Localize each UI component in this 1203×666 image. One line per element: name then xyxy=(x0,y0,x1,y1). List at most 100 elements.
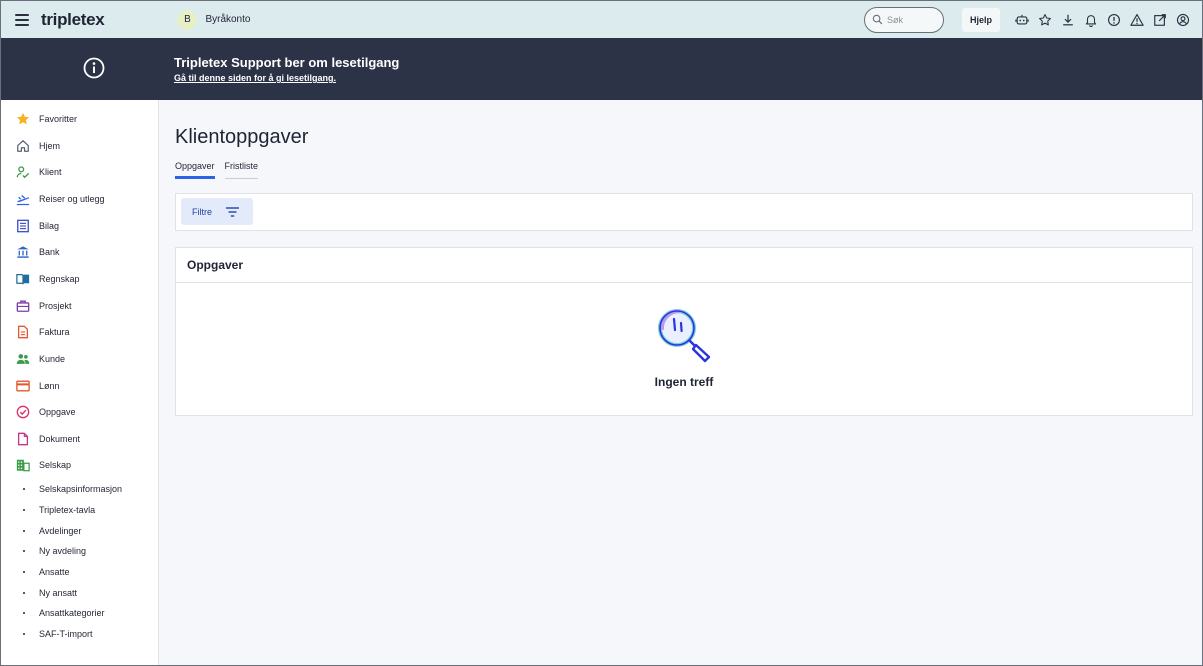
sidebar-subitem-label: Ansattkategorier xyxy=(39,608,105,618)
bullet xyxy=(23,612,25,614)
home-icon xyxy=(16,139,30,153)
plane-icon xyxy=(16,192,30,206)
tab-oppgaver[interactable]: Oppgaver xyxy=(175,161,215,179)
sidebar-subitem-avdelinger[interactable]: Avdelinger xyxy=(1,522,158,540)
filter-bar: Filtre xyxy=(175,193,1193,231)
bullet xyxy=(23,509,25,511)
account-switcher[interactable]: B Byråkonto xyxy=(177,9,251,30)
sidebar-item-label: Lønn xyxy=(39,381,60,391)
sidebar-item-bilag[interactable]: Bilag xyxy=(1,214,158,238)
bank-icon xyxy=(16,245,30,259)
filter-icon xyxy=(226,206,239,217)
account-name: Byråkonto xyxy=(205,14,251,25)
info-icon xyxy=(83,57,105,79)
sidebar-item-label: Selskap xyxy=(39,460,72,470)
sidebar-subitem-label: Ny ansatt xyxy=(39,588,78,598)
bullet xyxy=(23,592,25,594)
sidebar-item-bank[interactable]: Bank xyxy=(1,240,158,264)
voucher-icon xyxy=(16,219,30,233)
robot-icon[interactable] xyxy=(1010,8,1033,32)
sidebar-item-label: Reiser og utlegg xyxy=(39,194,105,204)
bell-icon[interactable] xyxy=(1079,8,1102,32)
sidebar-subitem-ansattkategorier[interactable]: Ansattkategorier xyxy=(1,604,158,622)
tab-bar: Oppgaver Fristliste xyxy=(175,161,259,179)
card-title: Oppgaver xyxy=(187,258,244,272)
sidebar-item-dokument[interactable]: Dokument xyxy=(1,427,158,451)
sidebar-item-label: Hjem xyxy=(39,141,61,151)
banner-link[interactable]: Gå til denne siden for å gi lesetilgang. xyxy=(174,73,336,83)
search-input[interactable] xyxy=(886,14,937,25)
card-header: Oppgaver xyxy=(176,248,1192,283)
menu-icon[interactable] xyxy=(15,13,29,26)
sidebar-item-faktura[interactable]: Faktura xyxy=(1,320,158,344)
top-bar: tripletex B Byråkonto Hjelp xyxy=(1,1,1202,38)
sidebar-item-label: Favoritter xyxy=(39,114,78,124)
sidebar-item-hjem[interactable]: Hjem xyxy=(1,134,158,158)
customer-icon xyxy=(16,352,30,366)
search-box[interactable] xyxy=(863,6,944,33)
sidebar-subitem-label: Selskapsinformasjon xyxy=(39,484,123,494)
sidebar-item-label: Klient xyxy=(39,167,62,177)
sidebar-subitem-selskapsinformasjon[interactable]: Selskapsinformasjon xyxy=(1,480,158,498)
filter-label: Filtre xyxy=(192,206,212,217)
sidebar-item-reiser[interactable]: Reiser og utlegg xyxy=(1,187,158,211)
search-icon xyxy=(872,14,883,25)
account-icon[interactable] xyxy=(1171,8,1194,32)
sidebar-item-klient[interactable]: Klient xyxy=(1,160,158,184)
external-link-icon[interactable] xyxy=(1148,8,1171,32)
sidebar-item-label: Oppgave xyxy=(39,407,76,417)
support-banner: Tripletex Support ber om lesetilgang Gå … xyxy=(1,38,1202,100)
sidebar-item-label: Regnskap xyxy=(39,274,80,284)
sidebar-item-label: Bank xyxy=(39,247,60,257)
card-icon xyxy=(16,379,30,393)
building-icon xyxy=(16,458,30,472)
toolbar: Hjelp xyxy=(863,1,1194,38)
download-icon[interactable] xyxy=(1056,8,1079,32)
help-button[interactable]: Hjelp xyxy=(961,7,1000,32)
book-icon xyxy=(16,272,30,286)
magnifier-illustration xyxy=(658,309,711,363)
client-icon xyxy=(16,165,30,179)
tab-fristliste[interactable]: Fristliste xyxy=(224,161,259,179)
sidebar-subitem-ansatte[interactable]: Ansatte xyxy=(1,563,158,581)
bullet xyxy=(23,530,25,532)
sidebar-item-oppgave[interactable]: Oppgave xyxy=(1,400,158,424)
sidebar-item-lonn[interactable]: Lønn xyxy=(1,374,158,398)
page-title: Klientoppgaver xyxy=(175,126,309,148)
bullet xyxy=(23,571,25,573)
sidebar-subitem-saft-import[interactable]: SAF-T-import xyxy=(1,625,158,643)
sidebar-subitem-label: SAF-T-import xyxy=(39,629,93,639)
bullet xyxy=(23,633,25,635)
banner-title: Tripletex Support ber om lesetilgang xyxy=(174,55,400,70)
sidebar-subitem-label: Tripletex-tavla xyxy=(39,505,96,515)
sidebar-item-prosjekt[interactable]: Prosjekt xyxy=(1,294,158,318)
app-window: tripletex B Byråkonto Hjelp xyxy=(0,0,1203,666)
sidebar-item-label: Dokument xyxy=(39,434,81,444)
sidebar-item-label: Prosjekt xyxy=(39,301,72,311)
tasks-card: Oppgaver Ingen treff xyxy=(175,247,1193,416)
sidebar-subitem-ny-ansatt[interactable]: Ny ansatt xyxy=(1,584,158,602)
bullet xyxy=(23,488,25,490)
avatar: B xyxy=(177,9,198,30)
sidebar-subitem-label: Ny avdeling xyxy=(39,546,87,556)
sidebar-item-kunde[interactable]: Kunde xyxy=(1,347,158,371)
filter-button[interactable]: Filtre xyxy=(181,198,253,225)
sidebar-item-selskap[interactable]: Selskap xyxy=(1,453,158,477)
sidebar-subitem-ny-avdeling[interactable]: Ny avdeling xyxy=(1,542,158,560)
document-icon xyxy=(16,432,30,446)
warning-icon[interactable] xyxy=(1125,8,1148,32)
sidebar-item-favoritter[interactable]: Favoritter xyxy=(1,107,158,131)
invoice-icon xyxy=(16,325,30,339)
briefcase-icon xyxy=(16,299,30,313)
star-icon xyxy=(16,112,30,126)
logo[interactable]: tripletex xyxy=(41,10,105,30)
star-icon[interactable] xyxy=(1033,8,1056,32)
sidebar-subitem-label: Avdelinger xyxy=(39,526,82,536)
sidebar-subitem-tripletex-tavla[interactable]: Tripletex-tavla xyxy=(1,501,158,519)
alert-circle-icon[interactable] xyxy=(1102,8,1125,32)
empty-state-text: Ingen treff xyxy=(654,375,714,389)
sidebar-item-label: Bilag xyxy=(39,221,60,231)
sidebar: Favoritter Hjem Klient Reiser og utlegg … xyxy=(1,100,159,665)
check-circle-icon xyxy=(16,405,30,419)
sidebar-item-regnskap[interactable]: Regnskap xyxy=(1,267,158,291)
